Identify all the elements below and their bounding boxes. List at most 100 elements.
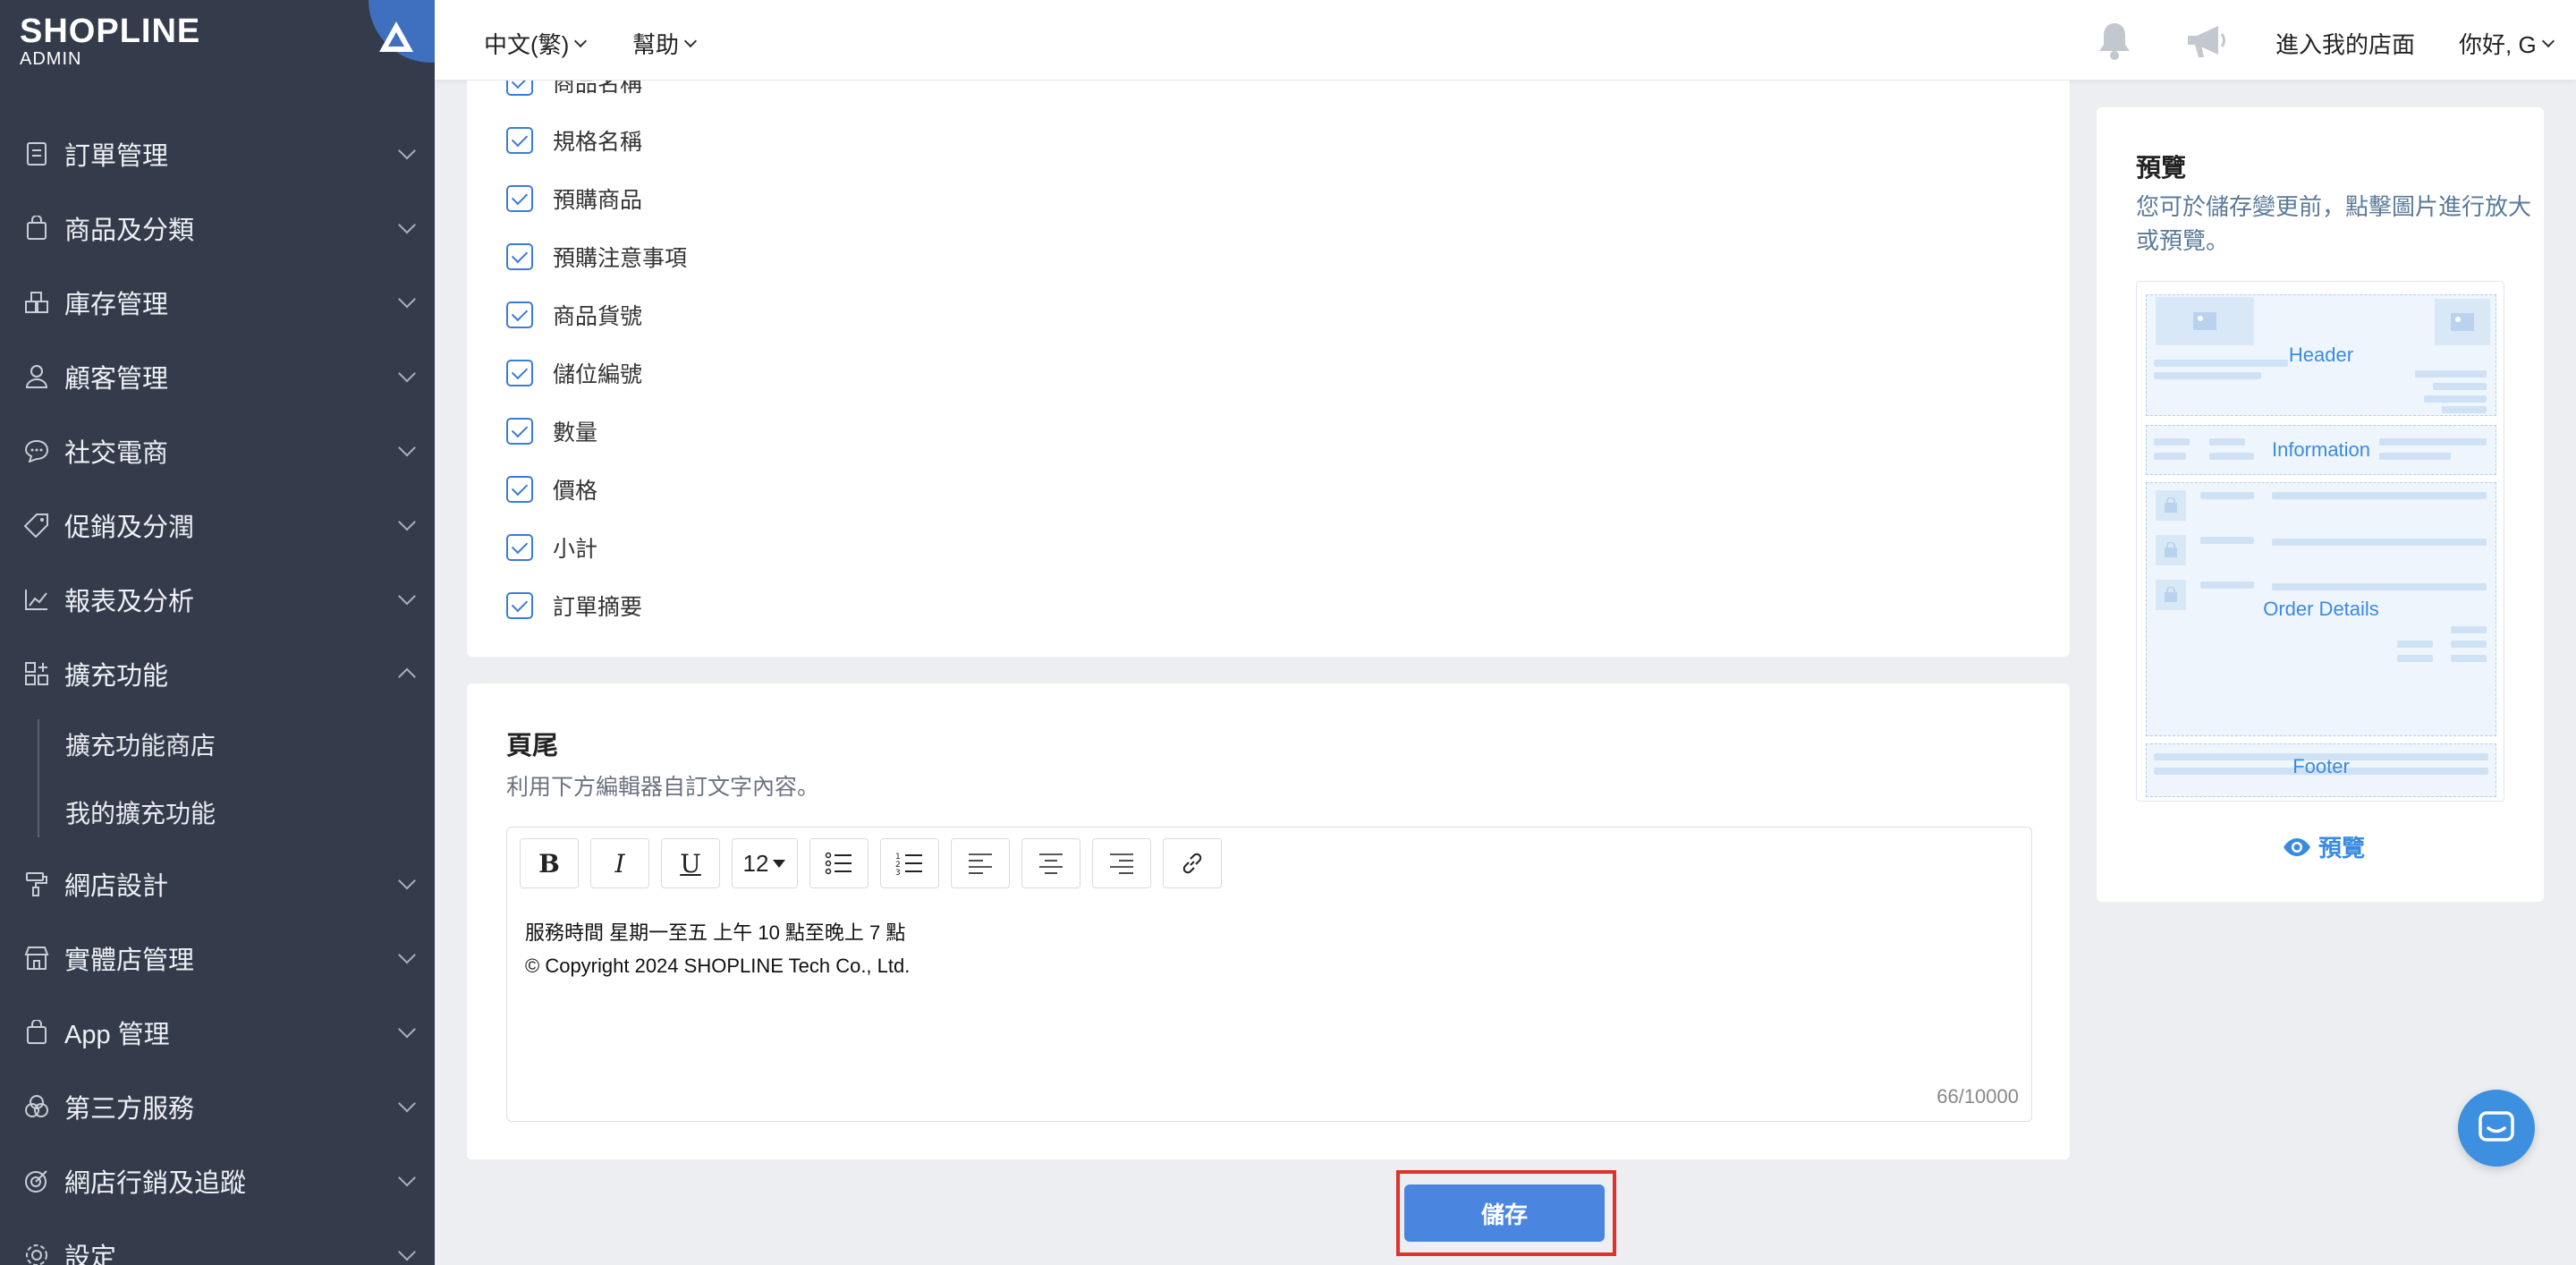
field-checkbox[interactable]: 數量 — [506, 415, 597, 447]
checkbox-checked[interactable] — [506, 301, 533, 328]
chevron-down-icon — [398, 1243, 416, 1261]
checkbox-checked[interactable] — [506, 360, 533, 386]
sidebar-subitem-my-apps[interactable]: 我的擴充功能 — [0, 778, 435, 846]
bold-button[interactable]: B — [520, 838, 579, 888]
sidebar-item-products[interactable]: 商品及分類 — [0, 191, 435, 265]
sidebar-item-label: 促銷及分潤 — [64, 513, 195, 542]
field-checkbox[interactable]: 商品貨號 — [506, 299, 642, 331]
svg-text:3: 3 — [895, 869, 901, 876]
italic-icon: I — [614, 848, 625, 879]
chevron-down-icon — [398, 513, 416, 531]
checkbox-checked[interactable] — [506, 243, 533, 270]
align-center-button[interactable] — [1021, 838, 1080, 888]
chevron-down-icon — [398, 1094, 416, 1112]
field-label: 商品貨號 — [553, 304, 643, 329]
checkbox-checked[interactable] — [506, 418, 533, 445]
numbered-list-button[interactable]: 123 — [880, 838, 939, 888]
chat-bubble-icon — [23, 437, 50, 464]
align-left-button[interactable] — [951, 838, 1010, 888]
image-placeholder-icon — [2156, 297, 2254, 345]
sidebar-item-label: App 管理 — [64, 1020, 170, 1049]
fields-list: 商品名稱 規格名稱 預購商品 預購注意事項 商品貨號 儲位編號 數量 價格 小計… — [467, 81, 2070, 657]
sidebar-item-reports[interactable]: 報表及分析 — [0, 562, 435, 636]
preview-title: 預覽 — [2136, 154, 2187, 182]
checkbox-checked[interactable] — [506, 81, 533, 96]
sidebar-item-orders[interactable]: 訂單管理 — [0, 116, 435, 191]
store-front-link[interactable]: 進入我的店面 — [2275, 27, 2415, 60]
shopline-logo[interactable]: SHOPLINE ADMIN — [20, 13, 200, 70]
help-menu[interactable]: 幫助 — [632, 27, 698, 60]
character-counter: 66/10000 — [1936, 1085, 2019, 1108]
align-right-icon — [1110, 853, 1133, 874]
field-checkbox[interactable]: 預購商品 — [506, 183, 642, 215]
numbered-list-icon: 123 — [895, 853, 922, 876]
bullet-list-button[interactable] — [809, 838, 869, 888]
field-checkbox-product-name[interactable]: 商品名稱 — [506, 81, 642, 98]
field-label: 預購商品 — [553, 188, 643, 213]
brand-sub: ADMIN — [20, 49, 82, 69]
order-icon — [23, 140, 50, 167]
sidebar-item-third-party[interactable]: 第三方服務 — [0, 1069, 435, 1143]
bullet-list-icon — [825, 852, 852, 875]
chat-launcher-button[interactable] — [2458, 1090, 2535, 1167]
sidebar-item-retail[interactable]: 實體店管理 — [0, 921, 435, 995]
rich-text-editor[interactable]: B I U 12 123 服務時間 星期一至五 上午 10 點至晚上 7 點 ©… — [506, 827, 2032, 1122]
sidebar-subitem-app-store[interactable]: 擴充功能商店 — [0, 710, 435, 778]
sidebar-item-apps[interactable]: 擴充功能 — [0, 636, 435, 710]
chevron-down-icon — [398, 871, 416, 889]
field-label: 數量 — [553, 420, 598, 446]
link-icon — [1182, 853, 1202, 874]
checkbox-checked[interactable] — [506, 534, 533, 561]
chat-icon — [2479, 1111, 2514, 1142]
chevron-down-icon — [398, 946, 416, 964]
sidebar-item-app-management[interactable]: App 管理 — [0, 995, 435, 1069]
user-menu[interactable]: 你好, G — [2459, 27, 2555, 60]
mountain-icon — [379, 21, 413, 52]
align-right-button[interactable] — [1092, 838, 1151, 888]
sidebar-item-inventory[interactable]: 庫存管理 — [0, 265, 435, 339]
checkbox-checked[interactable] — [506, 185, 533, 212]
language-label: 中文(繁) — [484, 31, 570, 58]
italic-button[interactable]: I — [590, 838, 649, 888]
chevron-down-icon — [398, 141, 416, 159]
sidebar-item-promotions[interactable]: 促銷及分潤 — [0, 488, 435, 562]
sidebar-item-marketing[interactable]: 網店行銷及追蹤 — [0, 1143, 435, 1218]
field-checkbox[interactable]: 預購注意事項 — [506, 241, 687, 273]
link-button[interactable] — [1163, 838, 1222, 888]
font-size-select[interactable]: 12 — [732, 838, 798, 888]
sidebar-item-settings[interactable]: 設定 — [0, 1218, 435, 1265]
preview-thumbnail[interactable]: Header Information Order Details Footer — [2136, 281, 2504, 802]
sidebar-item-social[interactable]: 社交電商 — [0, 413, 435, 488]
save-button[interactable]: 儲存 — [1404, 1184, 1605, 1242]
preview-footer-label: Footer — [2292, 755, 2350, 777]
apps-icon — [23, 660, 50, 687]
checkbox-checked[interactable] — [506, 476, 533, 503]
sidebar-item-design[interactable]: 網店設計 — [0, 846, 435, 921]
sidebar-item-label: 擴充功能 — [64, 661, 169, 691]
sidebar-item-label: 社交電商 — [64, 438, 169, 468]
collapse-badge[interactable] — [369, 0, 435, 63]
checkbox-checked[interactable] — [506, 127, 533, 154]
paint-roller-icon — [23, 870, 50, 897]
field-checkbox[interactable]: 規格名稱 — [506, 124, 642, 157]
megaphone-icon[interactable] — [2184, 23, 2229, 64]
editor-text-line[interactable]: © Copyright 2024 SHOPLINE Tech Co., Ltd. — [525, 955, 910, 978]
field-checkbox[interactable]: 小計 — [506, 531, 597, 564]
field-label: 規格名稱 — [553, 130, 643, 155]
bell-icon[interactable] — [2095, 20, 2134, 65]
language-selector[interactable]: 中文(繁) — [484, 27, 588, 60]
field-checkbox[interactable]: 儲位編號 — [506, 357, 642, 389]
preview-link-label: 預覽 — [2318, 835, 2366, 862]
preview-link[interactable]: 預覽 — [2283, 830, 2365, 863]
top-bar: 中文(繁) 幫助 進入我的店面 你好, G — [435, 0, 2576, 81]
inventory-icon — [23, 289, 50, 316]
sidebar-item-customers[interactable]: 顧客管理 — [0, 339, 435, 413]
checkbox-checked[interactable] — [506, 592, 533, 619]
preview-description: 您可於儲存變更前，點擊圖片進行放大或預覽。 — [2136, 193, 2532, 254]
image-placeholder-icon — [2435, 299, 2490, 345]
field-checkbox[interactable]: 訂單摘要 — [506, 590, 642, 622]
underline-button[interactable]: U — [661, 838, 720, 888]
field-checkbox[interactable]: 價格 — [506, 473, 597, 505]
sidebar-item-label: 網店行銷及追蹤 — [64, 1168, 247, 1198]
editor-text-line[interactable]: 服務時間 星期一至五 上午 10 點至晚上 7 點 — [525, 917, 905, 946]
